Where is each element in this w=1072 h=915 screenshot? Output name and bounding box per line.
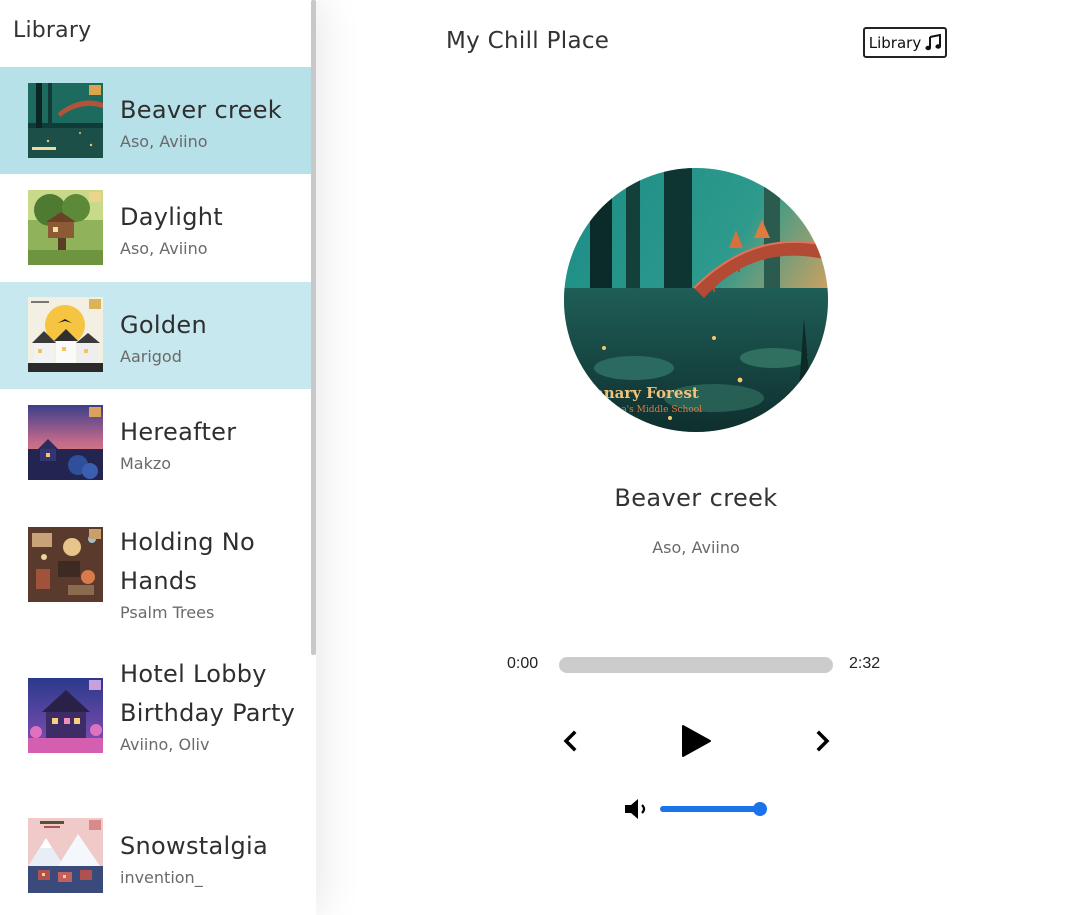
library-button-label: Library [868, 33, 922, 52]
album-cover: anary Forest ibina's Middle School [564, 168, 828, 432]
snowy-town-art [28, 818, 103, 893]
previous-track-button[interactable] [560, 729, 580, 753]
album-art-title-text: anary Forest [594, 384, 699, 402]
next-track-button[interactable] [813, 729, 833, 753]
song-info: Hereafter Makzo [120, 413, 303, 475]
song-artist: invention_ [120, 868, 203, 887]
song-artist: Aso, Aviino [120, 132, 208, 151]
song-title: Daylight [120, 203, 223, 231]
forest-bridge-art [28, 83, 103, 158]
app-title: My Chill Place [446, 28, 610, 54]
song-title: Beaver creek [120, 96, 282, 124]
song-artist: Makzo [120, 454, 172, 473]
library-song-item[interactable]: Holding No Hands Psalm Trees [0, 496, 311, 647]
current-time: 0:00 [507, 655, 539, 672]
music-note-icon [925, 34, 942, 51]
song-title: Hotel Lobby Birthday Party [120, 660, 296, 727]
now-playing-title: Beaver creek [614, 484, 778, 512]
song-artist: Aarigod [120, 347, 182, 366]
library-song-item[interactable]: Hereafter Makzo [0, 389, 311, 496]
song-info: Golden Aarigod [120, 306, 303, 368]
volume-fill [660, 806, 760, 812]
play-button[interactable] [680, 724, 712, 758]
library-song-item[interactable]: Hotel Lobby Birthday Party Aviino, Oliv [0, 647, 311, 799]
song-artist: Aso, Aviino [120, 239, 208, 258]
volume-low-icon[interactable] [624, 797, 652, 821]
library-scrollbar[interactable] [311, 0, 316, 655]
library-song-item[interactable]: Beaver creek Aso, Aviino [0, 67, 311, 174]
song-title: Snowstalgia [120, 832, 268, 860]
library-toggle-button[interactable]: Library [863, 27, 947, 58]
song-artist: Psalm Trees [120, 603, 215, 622]
song-info: Hotel Lobby Birthday Party Aviino, Oliv [120, 655, 303, 756]
now-playing-artist: Aso, Aviino [652, 538, 740, 557]
library-panel: Library Beaver creek Aso, Aviino Dayligh… [0, 0, 316, 915]
purple-house-art [28, 678, 103, 753]
library-song-item[interactable]: Golden Aarigod [0, 282, 311, 389]
volume-thumb[interactable] [753, 802, 767, 816]
song-artist: Aviino, Oliv [120, 735, 210, 754]
library-song-item[interactable]: Daylight Aso, Aviino [0, 174, 311, 282]
cluttered-desk-art [28, 527, 103, 602]
duration-time: 2:32 [849, 655, 881, 672]
library-song-item[interactable]: Snowstalgia invention_ [0, 799, 311, 915]
chevron-right-icon [813, 730, 833, 756]
song-info: Holding No Hands Psalm Trees [120, 523, 303, 624]
golden-houses-art [28, 297, 103, 372]
play-icon [680, 725, 712, 761]
treehouse-art [28, 190, 103, 265]
song-title: Holding No Hands [120, 528, 256, 595]
chevron-left-icon [560, 730, 580, 756]
song-list: Beaver creek Aso, Aviino Daylight Aso, A… [0, 67, 311, 915]
progress-bar[interactable] [559, 657, 833, 673]
volume-slider[interactable] [660, 802, 767, 816]
sunset-village-art [28, 405, 103, 480]
song-info: Snowstalgia invention_ [120, 827, 303, 889]
song-info: Beaver creek Aso, Aviino [120, 91, 303, 153]
song-info: Daylight Aso, Aviino [120, 198, 303, 260]
album-art-subtitle-text: ibina's Middle School [604, 405, 702, 415]
song-title: Golden [120, 311, 207, 339]
library-title: Library [13, 18, 92, 43]
song-title: Hereafter [120, 418, 237, 446]
